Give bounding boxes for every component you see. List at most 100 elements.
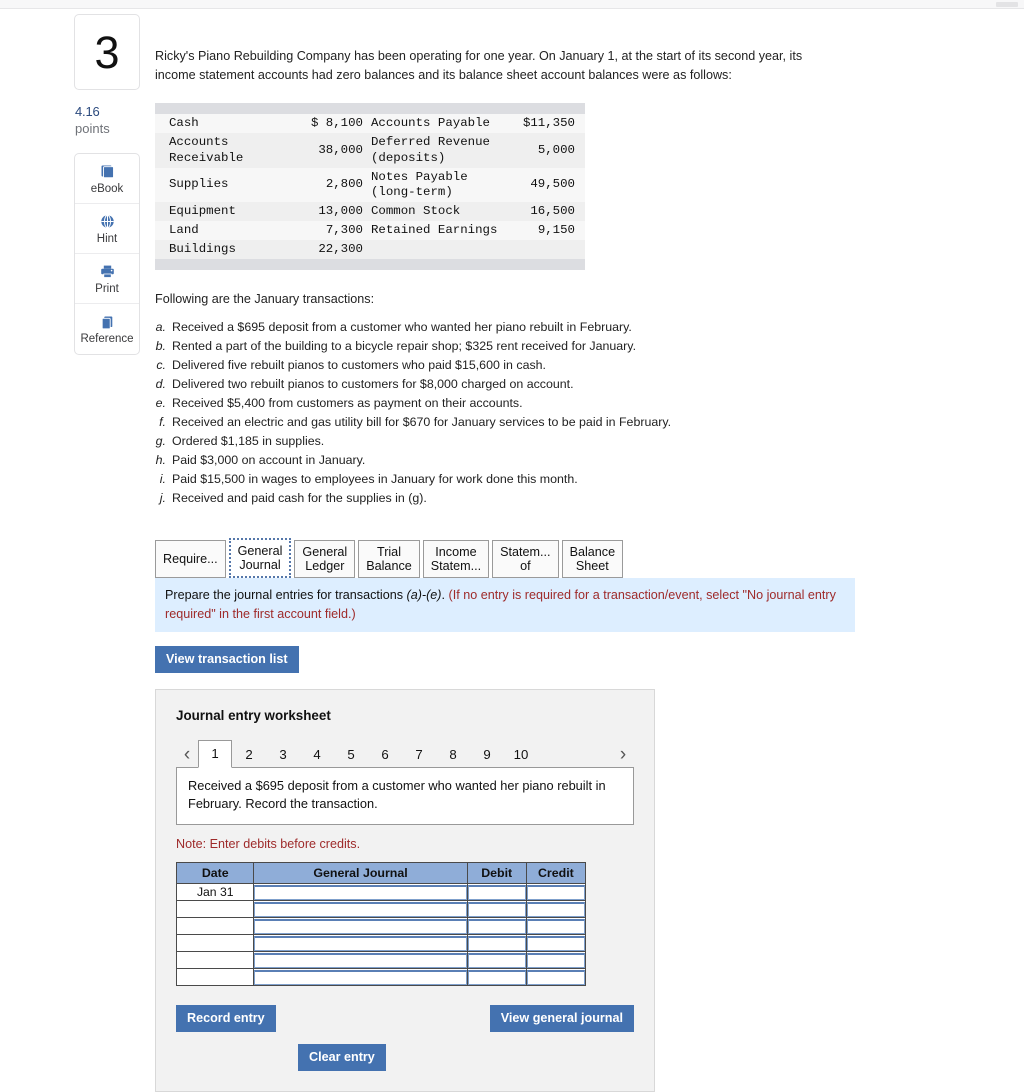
journal-credit-input-cell[interactable] — [525, 917, 587, 936]
hint-globe-icon — [99, 213, 116, 231]
next-page-arrow-icon[interactable]: › — [612, 742, 634, 768]
balance-right-amount: 9,150 — [537, 223, 575, 237]
balance-left-amount: 7,300 — [325, 223, 363, 237]
journal-date-cell[interactable] — [175, 968, 255, 987]
journal-debit-input[interactable] — [467, 969, 526, 985]
worksheet-page-6[interactable]: 6 — [368, 742, 402, 768]
journal-account-input[interactable] — [254, 884, 467, 900]
journal-entry-worksheet-panel: Journal entry worksheet ‹ 1 2 3 4 5 6 7 8 9 10 › … — [155, 689, 655, 1092]
journal-row — [175, 934, 587, 953]
balance-right-amount: 49,500 — [530, 177, 575, 192]
table-bottom-band — [155, 259, 585, 271]
question-number-box: 3 — [74, 14, 140, 90]
journal-account-input-cell[interactable] — [253, 934, 468, 953]
journal-account-input[interactable] — [254, 935, 467, 951]
clear-entry-button[interactable]: Clear entry — [298, 1044, 386, 1072]
journal-credit-input[interactable] — [526, 901, 585, 917]
reference-button[interactable]: Reference — [75, 304, 139, 354]
top-right-chip — [996, 2, 1018, 7]
worksheet-page-8[interactable]: 8 — [436, 742, 470, 768]
worksheet-page-tabs: 1 2 3 4 5 6 7 8 9 10 — [198, 740, 612, 769]
worksheet-page-4[interactable]: 4 — [300, 742, 334, 768]
tab-label-line: Balance — [366, 558, 412, 573]
journal-credit-input[interactable] — [526, 952, 585, 968]
journal-credit-input[interactable] — [526, 969, 585, 985]
balance-left-account: Buildings — [169, 242, 236, 257]
journal-debit-input[interactable] — [467, 918, 526, 934]
journal-debit-input-cell[interactable] — [466, 968, 527, 987]
tab-balance-sheet[interactable]: Balance Sheet — [561, 539, 624, 578]
tab-income-statem[interactable]: Income Statem... — [422, 539, 490, 578]
journal-date-cell[interactable] — [175, 900, 255, 919]
table-top-band — [155, 103, 585, 115]
journal-account-input[interactable] — [254, 901, 467, 917]
journal-date-cell[interactable]: Jan 31 — [175, 883, 255, 902]
journal-col-debit: Debit — [466, 862, 527, 885]
worksheet-page-5[interactable]: 5 — [334, 742, 368, 768]
worksheet-page-3[interactable]: 3 — [266, 742, 300, 768]
journal-debit-input-cell[interactable] — [466, 951, 527, 970]
transaction-item: e. Received $5,400 from customers as paym… — [155, 394, 955, 413]
journal-account-input-cell[interactable] — [253, 968, 468, 987]
transaction-text: Rented a part of the building to a bicyc… — [172, 339, 637, 354]
points-value: 4.16 — [75, 104, 100, 119]
tab-general-journal[interactable]: General Journal — [228, 537, 292, 578]
journal-credit-input-cell[interactable] — [525, 934, 587, 953]
print-label: Print — [95, 282, 119, 295]
journal-account-input-cell[interactable] — [253, 951, 468, 970]
worksheet-page-2[interactable]: 2 — [232, 742, 266, 768]
journal-grid-body: Jan 31 — [175, 883, 587, 987]
tab-general-ledger[interactable]: General Ledger — [294, 539, 356, 578]
tab-statem-of[interactable]: Statem... of — [492, 539, 559, 578]
worksheet-page-7[interactable]: 7 — [402, 742, 436, 768]
balance-left-account: Equipment — [169, 203, 236, 218]
balance-table-body: Cash $ 8,100 Accounts Payable $11,350 Accoun… — [155, 114, 585, 260]
journal-credit-input[interactable] — [526, 935, 585, 951]
hint-button[interactable]: Hint — [75, 204, 139, 255]
journal-debit-input[interactable] — [467, 901, 526, 917]
journal-date-cell[interactable] — [175, 951, 255, 970]
view-general-journal-button[interactable]: View general journal — [489, 1005, 634, 1033]
transaction-text: Paid $3,000 on account in January. — [172, 453, 366, 468]
scenario-text: Received a $695 deposit from a customer … — [176, 767, 634, 826]
worksheet-page-10[interactable]: 10 — [504, 742, 538, 768]
journal-credit-input[interactable] — [526, 918, 585, 934]
prev-page-arrow-icon[interactable]: ‹ — [176, 742, 198, 768]
hint-label: Hint — [96, 232, 118, 245]
journal-account-input-cell[interactable] — [253, 883, 468, 902]
journal-credit-input-cell[interactable] — [525, 900, 587, 919]
record-entry-button[interactable]: Record entry — [176, 1005, 276, 1033]
journal-account-input-cell[interactable] — [253, 917, 468, 936]
balance-left-account: Land — [169, 223, 199, 237]
journal-account-input-cell[interactable] — [253, 900, 468, 919]
journal-debit-input[interactable] — [467, 884, 526, 900]
view-transaction-list-button[interactable]: View transaction list — [155, 646, 299, 674]
journal-debit-input-cell[interactable] — [466, 883, 527, 902]
worksheet-page-1[interactable]: 1 — [198, 740, 232, 769]
journal-debit-input[interactable] — [467, 935, 526, 951]
journal-debit-input-cell[interactable] — [466, 900, 527, 919]
transaction-letter: g. — [155, 434, 166, 449]
transaction-item: h. Paid $3,000 on account in January. — [155, 451, 955, 470]
tab-label-line: Sheet — [575, 558, 609, 573]
journal-date-cell[interactable] — [175, 934, 255, 953]
journal-credit-input[interactable] — [526, 884, 585, 900]
journal-debit-input[interactable] — [467, 952, 526, 968]
journal-credit-input-cell[interactable] — [525, 951, 587, 970]
journal-debit-input-cell[interactable] — [466, 917, 527, 936]
journal-credit-input-cell[interactable] — [525, 883, 587, 902]
tab-label-line: Income — [435, 544, 477, 559]
left-tool-rail: 3 4.16 points eBook Hint Print Reference — [74, 14, 140, 356]
journal-date-cell[interactable] — [175, 917, 255, 936]
tab-require[interactable]: Require... — [155, 539, 226, 578]
print-button[interactable]: Print — [75, 254, 139, 305]
journal-account-input[interactable] — [254, 918, 467, 934]
journal-col-credit: Credit — [525, 862, 587, 885]
journal-debit-input-cell[interactable] — [466, 934, 527, 953]
worksheet-page-9[interactable]: 9 — [470, 742, 504, 768]
tab-trial-balance[interactable]: Trial Balance — [358, 539, 420, 578]
ebook-button[interactable]: eBook — [75, 154, 139, 205]
journal-credit-input-cell[interactable] — [525, 968, 587, 987]
journal-account-input[interactable] — [254, 969, 467, 985]
journal-account-input[interactable] — [254, 952, 467, 968]
